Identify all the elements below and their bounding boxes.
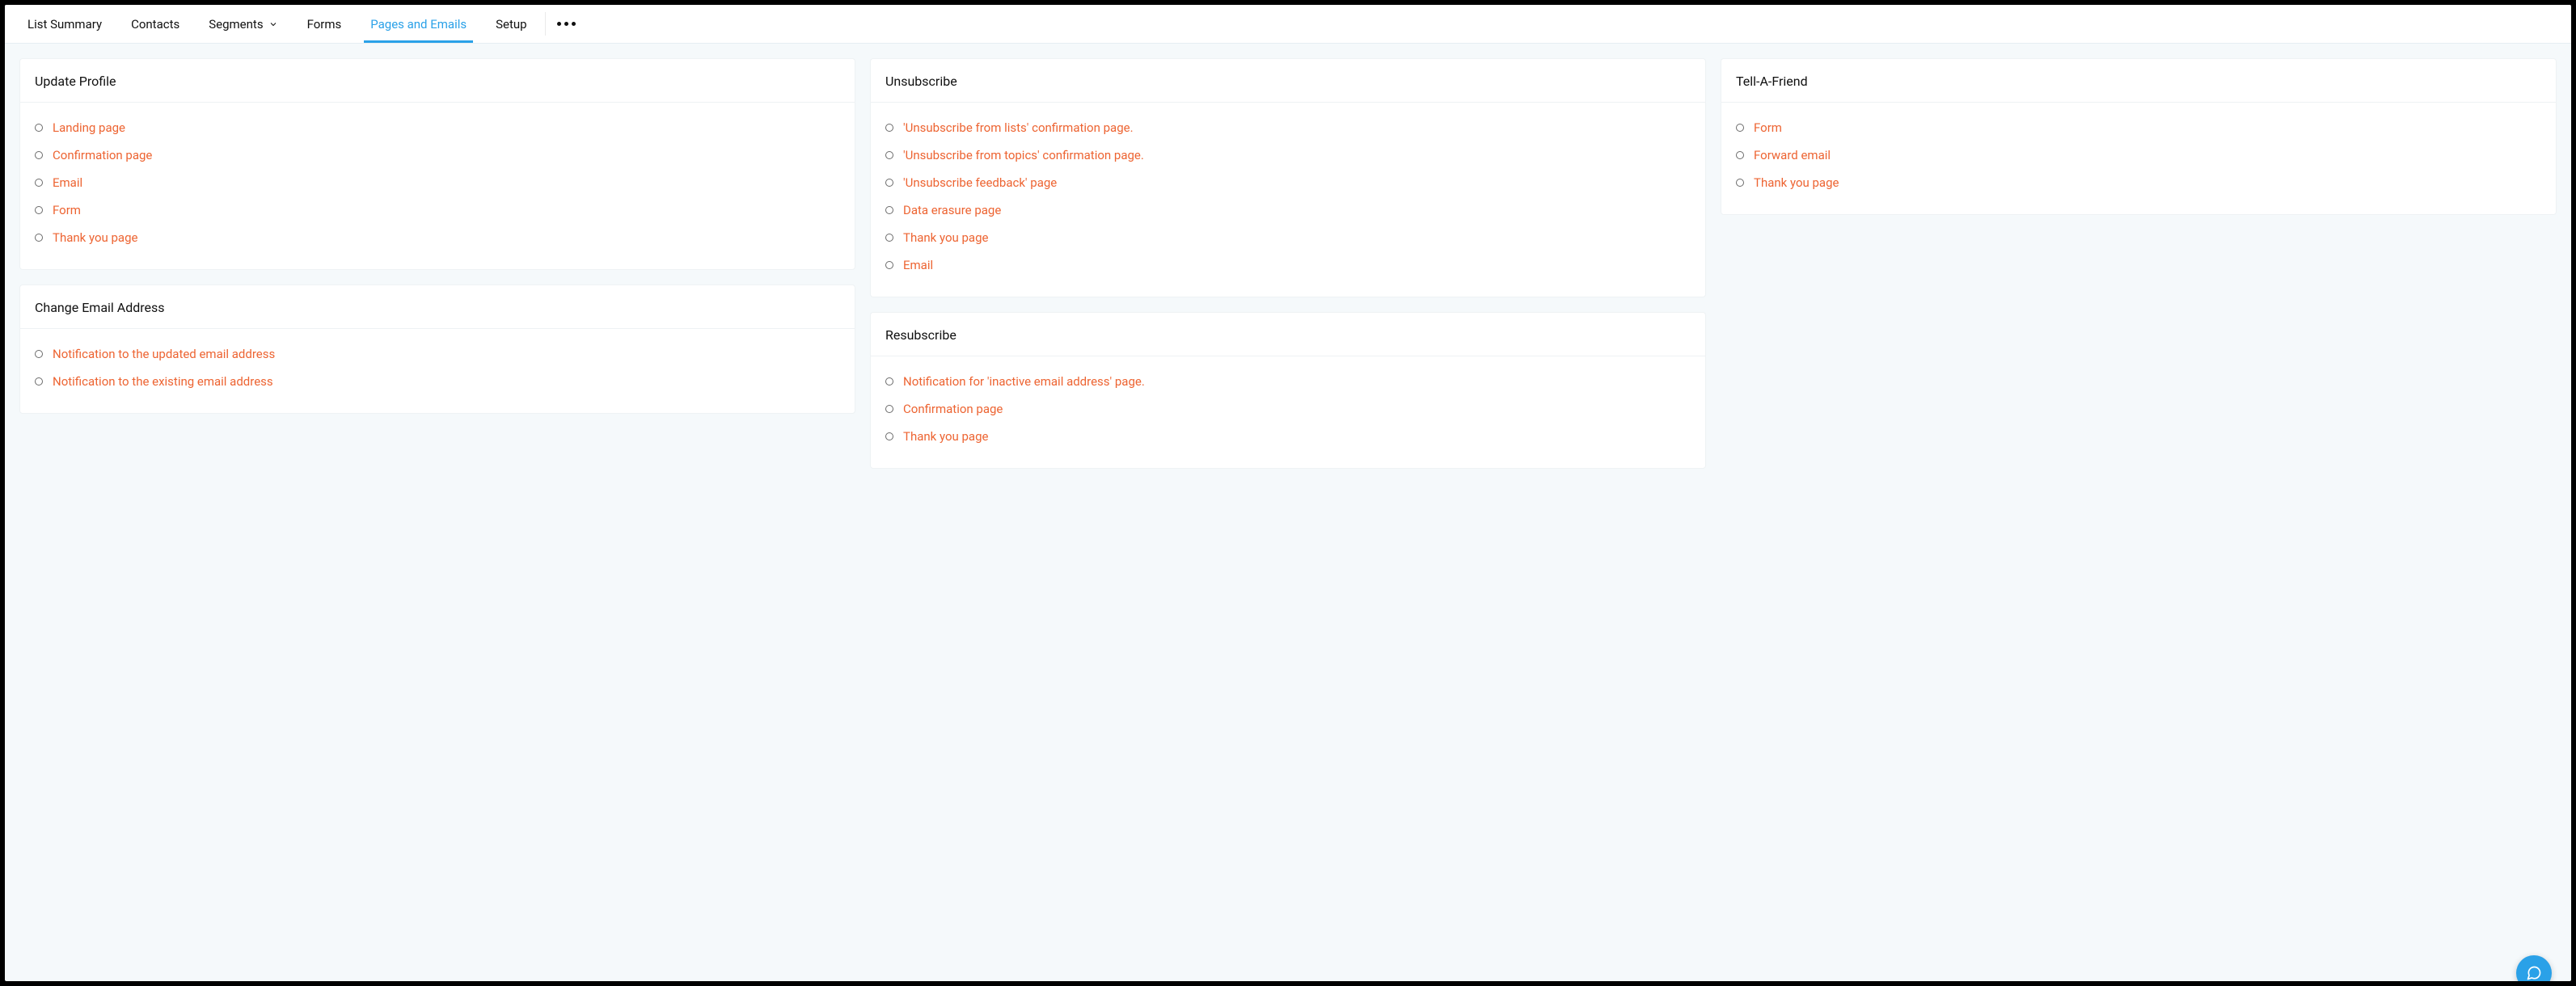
radio-icon	[35, 350, 43, 358]
card-title: Change Email Address	[20, 285, 855, 329]
link-unsub-feedback-page[interactable]: 'Unsubscribe feedback' page	[903, 175, 1057, 190]
radio-icon	[1736, 124, 1744, 132]
link-form[interactable]: Form	[53, 203, 81, 217]
link-forward-email[interactable]: Forward email	[1754, 148, 1831, 162]
list-item: Thank you page	[1736, 169, 2541, 196]
list-item: Forward email	[1736, 141, 2541, 169]
link-data-erasure-page[interactable]: Data erasure page	[903, 203, 1001, 217]
radio-icon	[35, 151, 43, 159]
list-item: Confirmation page	[885, 395, 1691, 423]
tab-setup[interactable]: Setup	[481, 5, 541, 43]
list-item: 'Unsubscribe from topics' confirmation p…	[885, 141, 1691, 169]
list-item: Landing page	[35, 114, 840, 141]
card-title: Tell-A-Friend	[1721, 59, 2556, 103]
list-item: 'Unsubscribe from lists' confirmation pa…	[885, 114, 1691, 141]
card-title: Update Profile	[20, 59, 855, 103]
tab-bar: List Summary Contacts Segments Forms Pag…	[5, 5, 2571, 44]
link-notification-updated-email[interactable]: Notification to the updated email addres…	[53, 347, 275, 361]
radio-icon	[885, 432, 893, 440]
card-update-profile: Update Profile Landing page Confirmation…	[19, 58, 855, 270]
card-title: Resubscribe	[871, 313, 1705, 356]
dot-icon	[572, 22, 576, 26]
tab-contacts[interactable]: Contacts	[116, 5, 194, 43]
link-inactive-email-notification[interactable]: Notification for 'inactive email address…	[903, 374, 1145, 389]
radio-icon	[35, 377, 43, 386]
list-item: Thank you page	[885, 224, 1691, 251]
tab-segments[interactable]: Segments	[194, 5, 292, 43]
more-menu-button[interactable]	[545, 12, 587, 35]
radio-icon	[35, 179, 43, 187]
card-body: Landing page Confirmation page Email For…	[20, 103, 855, 269]
card-body: Form Forward email Thank you page	[1721, 103, 2556, 214]
chevron-down-icon	[268, 19, 278, 29]
col-1: Update Profile Landing page Confirmation…	[19, 58, 855, 414]
list-item: Email	[885, 251, 1691, 279]
radio-icon	[35, 206, 43, 214]
radio-icon	[35, 234, 43, 242]
chat-icon	[2526, 965, 2542, 981]
link-confirmation-page[interactable]: Confirmation page	[903, 402, 1003, 416]
card-body: 'Unsubscribe from lists' confirmation pa…	[871, 103, 1705, 297]
card-resubscribe: Resubscribe Notification for 'inactive e…	[870, 312, 1706, 469]
link-unsub-topics-confirmation[interactable]: 'Unsubscribe from topics' confirmation p…	[903, 148, 1144, 162]
link-notification-existing-email[interactable]: Notification to the existing email addre…	[53, 374, 273, 389]
dot-icon	[557, 22, 561, 26]
card-change-email-address: Change Email Address Notification to the…	[19, 284, 855, 414]
tab-segments-label: Segments	[209, 17, 263, 32]
card-title: Unsubscribe	[871, 59, 1705, 103]
dot-icon	[564, 22, 568, 26]
link-thank-you-page[interactable]: Thank you page	[1754, 175, 1839, 190]
list-item: Confirmation page	[35, 141, 840, 169]
tab-list-summary[interactable]: List Summary	[13, 5, 116, 43]
radio-icon	[885, 377, 893, 386]
list-item: 'Unsubscribe feedback' page	[885, 169, 1691, 196]
list-item: Notification to the existing email addre…	[35, 368, 840, 395]
radio-icon	[885, 124, 893, 132]
radio-icon	[885, 261, 893, 269]
tab-pages-and-emails[interactable]: Pages and Emails	[356, 5, 481, 43]
link-thank-you-page[interactable]: Thank you page	[903, 230, 988, 245]
link-email[interactable]: Email	[903, 258, 933, 272]
list-item: Thank you page	[885, 423, 1691, 450]
radio-icon	[885, 206, 893, 214]
radio-icon	[1736, 179, 1744, 187]
list-item: Form	[1736, 114, 2541, 141]
radio-icon	[35, 124, 43, 132]
list-item: Notification to the updated email addres…	[35, 340, 840, 368]
link-landing-page[interactable]: Landing page	[53, 120, 125, 135]
link-email[interactable]: Email	[53, 175, 82, 190]
card-body: Notification to the updated email addres…	[20, 329, 855, 413]
radio-icon	[885, 405, 893, 413]
radio-icon	[885, 179, 893, 187]
card-tell-a-friend: Tell-A-Friend Form Forward email Thank y…	[1721, 58, 2557, 215]
link-form[interactable]: Form	[1754, 120, 1782, 135]
link-thank-you-page[interactable]: Thank you page	[53, 230, 137, 245]
link-thank-you-page[interactable]: Thank you page	[903, 429, 988, 444]
card-unsubscribe: Unsubscribe 'Unsubscribe from lists' con…	[870, 58, 1706, 297]
tab-forms[interactable]: Forms	[293, 5, 357, 43]
list-item: Email	[35, 169, 840, 196]
radio-icon	[1736, 151, 1744, 159]
card-body: Notification for 'inactive email address…	[871, 356, 1705, 468]
app-frame: List Summary Contacts Segments Forms Pag…	[5, 5, 2571, 981]
radio-icon	[885, 151, 893, 159]
list-item: Notification for 'inactive email address…	[885, 368, 1691, 395]
chat-fab-button[interactable]	[2516, 955, 2552, 981]
list-item: Thank you page	[35, 224, 840, 251]
list-item: Data erasure page	[885, 196, 1691, 224]
link-unsub-lists-confirmation[interactable]: 'Unsubscribe from lists' confirmation pa…	[903, 120, 1134, 135]
list-item: Form	[35, 196, 840, 224]
content-grid: Update Profile Landing page Confirmation…	[5, 44, 2571, 483]
radio-icon	[885, 234, 893, 242]
col-2: Unsubscribe 'Unsubscribe from lists' con…	[870, 58, 1706, 469]
link-confirmation-page[interactable]: Confirmation page	[53, 148, 152, 162]
col-3: Tell-A-Friend Form Forward email Thank y…	[1721, 58, 2557, 215]
